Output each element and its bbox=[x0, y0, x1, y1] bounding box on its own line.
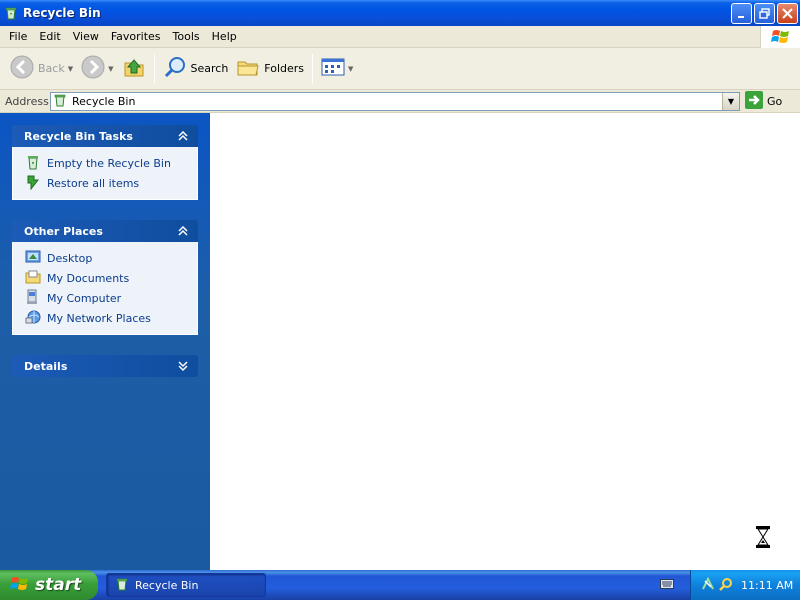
panel-title: Details bbox=[24, 359, 68, 373]
empty-recycle-bin-icon bbox=[25, 154, 41, 173]
folders-button[interactable]: Folders bbox=[232, 52, 308, 86]
desktop-icon bbox=[25, 249, 41, 268]
details-panel: Details bbox=[12, 355, 198, 377]
toolbar-separator bbox=[312, 53, 314, 84]
views-icon bbox=[321, 57, 345, 80]
toolbar-separator bbox=[153, 53, 155, 84]
system-tray: 11:11 AM bbox=[690, 570, 800, 600]
taskbar-window-label: Recycle Bin bbox=[135, 578, 199, 592]
my-documents-icon bbox=[25, 269, 41, 288]
panel-header[interactable]: Recycle Bin Tasks bbox=[12, 125, 198, 147]
taskbar-window-recycle-bin[interactable]: Recycle Bin bbox=[106, 573, 266, 597]
collapse-chevron-icon[interactable] bbox=[176, 129, 190, 143]
search-icon bbox=[163, 55, 187, 82]
go-button[interactable]: Go bbox=[745, 90, 783, 112]
recycle-bin-icon bbox=[115, 577, 129, 594]
forward-button[interactable]: ▼ bbox=[77, 52, 117, 86]
search-button[interactable]: Search bbox=[159, 52, 233, 86]
address-label: Address bbox=[5, 94, 49, 108]
panel-header[interactable]: Details bbox=[12, 355, 198, 377]
link-label: Empty the Recycle Bin bbox=[47, 156, 171, 170]
views-button[interactable]: ▼ bbox=[317, 52, 357, 86]
panel-title: Recycle Bin Tasks bbox=[24, 129, 133, 143]
forward-dropdown-icon[interactable]: ▼ bbox=[108, 65, 113, 73]
up-folder-button[interactable] bbox=[118, 52, 150, 86]
panel-header[interactable]: Other Places bbox=[12, 220, 198, 242]
go-label: Go bbox=[767, 94, 783, 108]
network-places-icon bbox=[25, 309, 41, 328]
link-label: My Documents bbox=[47, 271, 130, 285]
my-network-places-link[interactable]: My Network Places bbox=[25, 308, 197, 328]
menu-view[interactable]: View bbox=[67, 27, 105, 47]
address-bar: Address Recycle Bin ▼ Go bbox=[0, 90, 800, 113]
file-list-area[interactable] bbox=[210, 113, 800, 570]
recycle-bin-icon bbox=[53, 93, 67, 110]
folders-label: Folders bbox=[264, 62, 305, 75]
network-tray-icon[interactable] bbox=[701, 576, 715, 594]
collapse-chevron-icon[interactable] bbox=[176, 224, 190, 238]
windows-flag-icon bbox=[10, 575, 30, 596]
toolbar: Back ▼ ▼ Search Folders ▼ bbox=[0, 48, 800, 90]
clock[interactable]: 11:11 AM bbox=[741, 579, 793, 592]
windows-logo-icon bbox=[760, 26, 800, 48]
back-label: Back bbox=[38, 62, 65, 75]
close-button[interactable] bbox=[777, 3, 798, 24]
back-arrow-icon bbox=[10, 55, 34, 82]
search-tray-icon[interactable] bbox=[719, 577, 733, 594]
desktop-link[interactable]: Desktop bbox=[25, 248, 197, 268]
menu-help[interactable]: Help bbox=[206, 27, 243, 47]
folders-icon bbox=[236, 55, 260, 82]
menu-tools[interactable]: Tools bbox=[167, 27, 206, 47]
my-documents-link[interactable]: My Documents bbox=[25, 268, 197, 288]
task-pane: Recycle Bin Tasks Empty the Recycle Bin … bbox=[0, 113, 210, 570]
start-label: start bbox=[35, 575, 82, 595]
restore-all-items-link[interactable]: Restore all items bbox=[25, 173, 197, 193]
panel-body: Desktop My Documents My Computer My Netw… bbox=[12, 242, 198, 335]
recycle-bin-icon bbox=[4, 6, 18, 20]
empty-recycle-bin-link[interactable]: Empty the Recycle Bin bbox=[25, 153, 197, 173]
link-label: Restore all items bbox=[47, 176, 140, 190]
menu-favorites[interactable]: Favorites bbox=[105, 27, 167, 47]
link-label: My Computer bbox=[47, 291, 122, 305]
my-computer-icon bbox=[25, 289, 41, 308]
address-value: Recycle Bin bbox=[72, 94, 136, 108]
forward-arrow-icon bbox=[81, 55, 105, 82]
other-places-panel: Other Places Desktop My Documents My Com… bbox=[12, 220, 198, 335]
menu-edit[interactable]: Edit bbox=[33, 27, 66, 47]
link-label: Desktop bbox=[47, 251, 93, 265]
go-arrow-icon bbox=[745, 90, 763, 112]
close-icon bbox=[778, 4, 797, 23]
panel-title: Other Places bbox=[24, 224, 103, 238]
minimize-button[interactable] bbox=[731, 3, 752, 24]
keyboard-icon[interactable] bbox=[660, 579, 674, 592]
window-title: Recycle Bin bbox=[23, 6, 101, 20]
up-folder-icon bbox=[122, 55, 146, 82]
views-dropdown-icon[interactable]: ▼ bbox=[348, 65, 353, 73]
hourglass-cursor-icon bbox=[755, 525, 771, 552]
back-button[interactable]: Back ▼ bbox=[6, 52, 77, 86]
menu-bar: File Edit View Favorites Tools Help bbox=[0, 26, 800, 48]
my-computer-link[interactable]: My Computer bbox=[25, 288, 197, 308]
address-input[interactable]: Recycle Bin ▼ bbox=[50, 91, 740, 111]
panel-body: Empty the Recycle Bin Restore all items bbox=[12, 147, 198, 200]
back-dropdown-icon[interactable]: ▼ bbox=[68, 65, 73, 73]
address-dropdown-icon[interactable]: ▼ bbox=[722, 92, 739, 110]
restore-button[interactable] bbox=[754, 3, 775, 24]
search-label: Search bbox=[190, 62, 229, 75]
minimize-icon bbox=[732, 4, 751, 23]
link-label: My Network Places bbox=[47, 311, 151, 325]
recycle-bin-tasks-panel: Recycle Bin Tasks Empty the Recycle Bin … bbox=[12, 125, 198, 200]
start-button[interactable]: start bbox=[0, 570, 98, 600]
expand-chevron-icon[interactable] bbox=[176, 359, 190, 373]
restore-arrow-icon bbox=[25, 174, 41, 193]
title-bar[interactable]: Recycle Bin bbox=[0, 0, 800, 26]
menu-file[interactable]: File bbox=[3, 27, 33, 47]
restore-icon bbox=[755, 4, 774, 23]
taskbar: start Recycle Bin 11:11 AM bbox=[0, 570, 800, 600]
